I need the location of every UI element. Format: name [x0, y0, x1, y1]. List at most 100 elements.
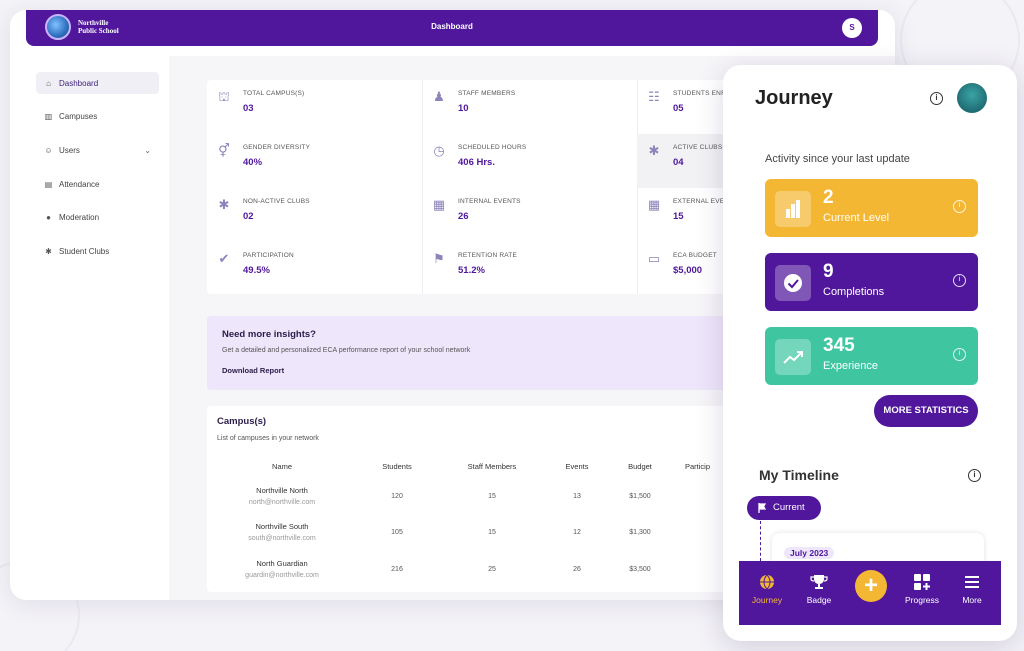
home-icon: ⌂ [46, 78, 51, 88]
table-cell-name: Northville South [255, 522, 309, 531]
sidebar-item-label: Student Clubs [59, 246, 110, 256]
stat-value: 02 [243, 211, 254, 222]
stat-label: STAFF MEMBERS [458, 90, 516, 97]
nav-progress[interactable]: Progress [897, 573, 947, 605]
table-cell: 105 [391, 529, 403, 536]
journey-title: Journey [755, 87, 833, 109]
nav-label: More [962, 595, 982, 605]
stat-participation: ✔ PARTICIPATION 49.5% [207, 242, 422, 296]
completions-card[interactable]: 9 Completions i [765, 253, 978, 311]
globe-icon [758, 573, 776, 591]
column-header: Budget [628, 462, 652, 471]
sidebar-item-label: Users [59, 145, 80, 155]
sidebar-item-moderation[interactable]: ● Moderation [36, 206, 159, 228]
info-icon[interactable]: i [953, 274, 966, 287]
table-cell-email: north@northville.com [248, 499, 316, 506]
group-icon: ☷ [648, 89, 660, 104]
stat-label: TOTAL CAMPUS(S) [243, 90, 305, 97]
insights-banner: Need more insights? Get a detailed and p… [207, 316, 767, 390]
asterisk-icon: ✱ [218, 197, 230, 212]
stat-staff-members: ♟ STAFF MEMBERS 10 [422, 80, 637, 134]
stat-value: 406 Hrs. [458, 157, 495, 168]
stat-internal-events: ▦ INTERNAL EVENTS 26 [422, 188, 637, 242]
info-icon[interactable]: i [953, 348, 966, 361]
stat-label: NON-ACTIVE CLUBS [243, 198, 310, 205]
download-report-link[interactable]: Download Report [222, 366, 284, 375]
timeline-line [760, 521, 761, 561]
mobile-journey-panel: Journey i Activity since your last updat… [723, 65, 1017, 641]
stat-label: INTERNAL EVENTS [458, 198, 521, 205]
clock-icon: ◷ [433, 143, 445, 158]
activity-caption: Activity since your last update [765, 153, 910, 165]
card-value: 345 [823, 335, 855, 356]
flag-icon [758, 503, 766, 513]
nav-label: Progress [904, 595, 939, 605]
trophy-icon [810, 573, 828, 591]
nav-journey[interactable]: Journey [742, 573, 792, 605]
stat-retention-rate: ⚑ RETENTION RATE 51.2% [422, 242, 637, 296]
table-cell: 15 [488, 529, 496, 536]
asterisk-icon: ✱ [45, 246, 52, 256]
calendar-icon: ▦ [647, 197, 661, 212]
table-cell-name: North Guardian [256, 559, 308, 568]
sidebar-item-users[interactable]: ☺ Users ⌄ [36, 139, 159, 161]
card-value: 9 [823, 261, 834, 282]
card-label: Experience [823, 360, 879, 372]
sidebar-item-attendance[interactable]: ▤ Attendance [36, 173, 159, 195]
stats-panel: ⛫ TOTAL CAMPUS(S) 03 ♟ STAFF MEMBERS 10 … [207, 80, 767, 294]
stat-non-active-clubs: ✱ NON-ACTIVE CLUBS 02 [207, 188, 422, 242]
stat-value: 10 [458, 103, 469, 114]
sidebar: ⌂ Dashboard ▥ Campuses ☺ Users ⌄ ▤ Atten… [26, 56, 169, 586]
table-cell: 120 [391, 493, 403, 500]
card-value: 2 [823, 187, 834, 208]
nav-more[interactable]: More [947, 573, 997, 605]
table-cell-email: south@northville.com [248, 535, 316, 542]
current-level-card[interactable]: 2 Current Level i [765, 179, 978, 237]
card-label: Current Level [823, 212, 890, 224]
sidebar-item-label: Dashboard [59, 78, 99, 88]
info-icon[interactable]: i [968, 469, 981, 482]
attendance-icon: ▤ [44, 179, 53, 189]
insights-title: Need more insights? [222, 329, 316, 340]
top-navigation-bar: Northville Public School Dashboard S [26, 10, 878, 46]
table-cell: 216 [391, 566, 403, 573]
table-cell: 25 [488, 566, 496, 573]
info-icon[interactable]: i [930, 92, 943, 105]
asterisk-icon: ✱ [648, 143, 660, 158]
stat-value: 03 [243, 103, 254, 114]
user-avatar[interactable]: S [842, 18, 862, 38]
table-cell: $1,300 [629, 529, 651, 536]
info-icon[interactable]: i [953, 200, 966, 213]
bottom-navigation: Journey Badge + Progress More [739, 561, 1001, 625]
check-badge-icon: ✔ [218, 251, 230, 266]
avatar[interactable] [957, 83, 987, 113]
add-button[interactable]: + [855, 570, 887, 602]
stat-label: RETENTION RATE [458, 252, 518, 259]
current-marker[interactable]: Current [747, 496, 821, 520]
table-cell: $3,500 [629, 566, 651, 573]
more-statistics-button[interactable]: MORE STATISTICS [874, 395, 978, 427]
stat-value: 05 [673, 103, 684, 114]
stat-label: ECA BUDGET [673, 252, 717, 259]
campus-table-card: Campus(s) List of campuses in your netwo… [207, 406, 767, 592]
sidebar-item-dashboard[interactable]: ⌂ Dashboard [36, 72, 159, 94]
money-icon: ▭ [647, 251, 661, 266]
menu-icon [963, 573, 981, 591]
experience-card[interactable]: 345 Experience i [765, 327, 978, 385]
sidebar-item-student-clubs[interactable]: ✱ Student Clubs [36, 240, 159, 262]
table-cell: $1,500 [629, 493, 651, 500]
column-header: Name [271, 462, 292, 471]
stat-value: 26 [458, 211, 469, 222]
stat-value: 51.2% [458, 265, 485, 276]
table-cell: 12 [573, 529, 581, 536]
nav-badge[interactable]: Badge [794, 573, 844, 605]
column-header: Students [382, 462, 412, 471]
building-icon: ▥ [44, 111, 53, 121]
stat-label: SCHEDULED HOURS [458, 144, 527, 151]
table-cell-name: Northville North [256, 486, 308, 495]
campus-icon: ⛫ [218, 89, 230, 104]
timeline-title: My Timeline [759, 467, 839, 483]
stat-label: GENDER DIVERSITY [243, 144, 311, 151]
sidebar-item-campuses[interactable]: ▥ Campuses [36, 105, 159, 127]
grid-plus-icon [913, 573, 931, 591]
